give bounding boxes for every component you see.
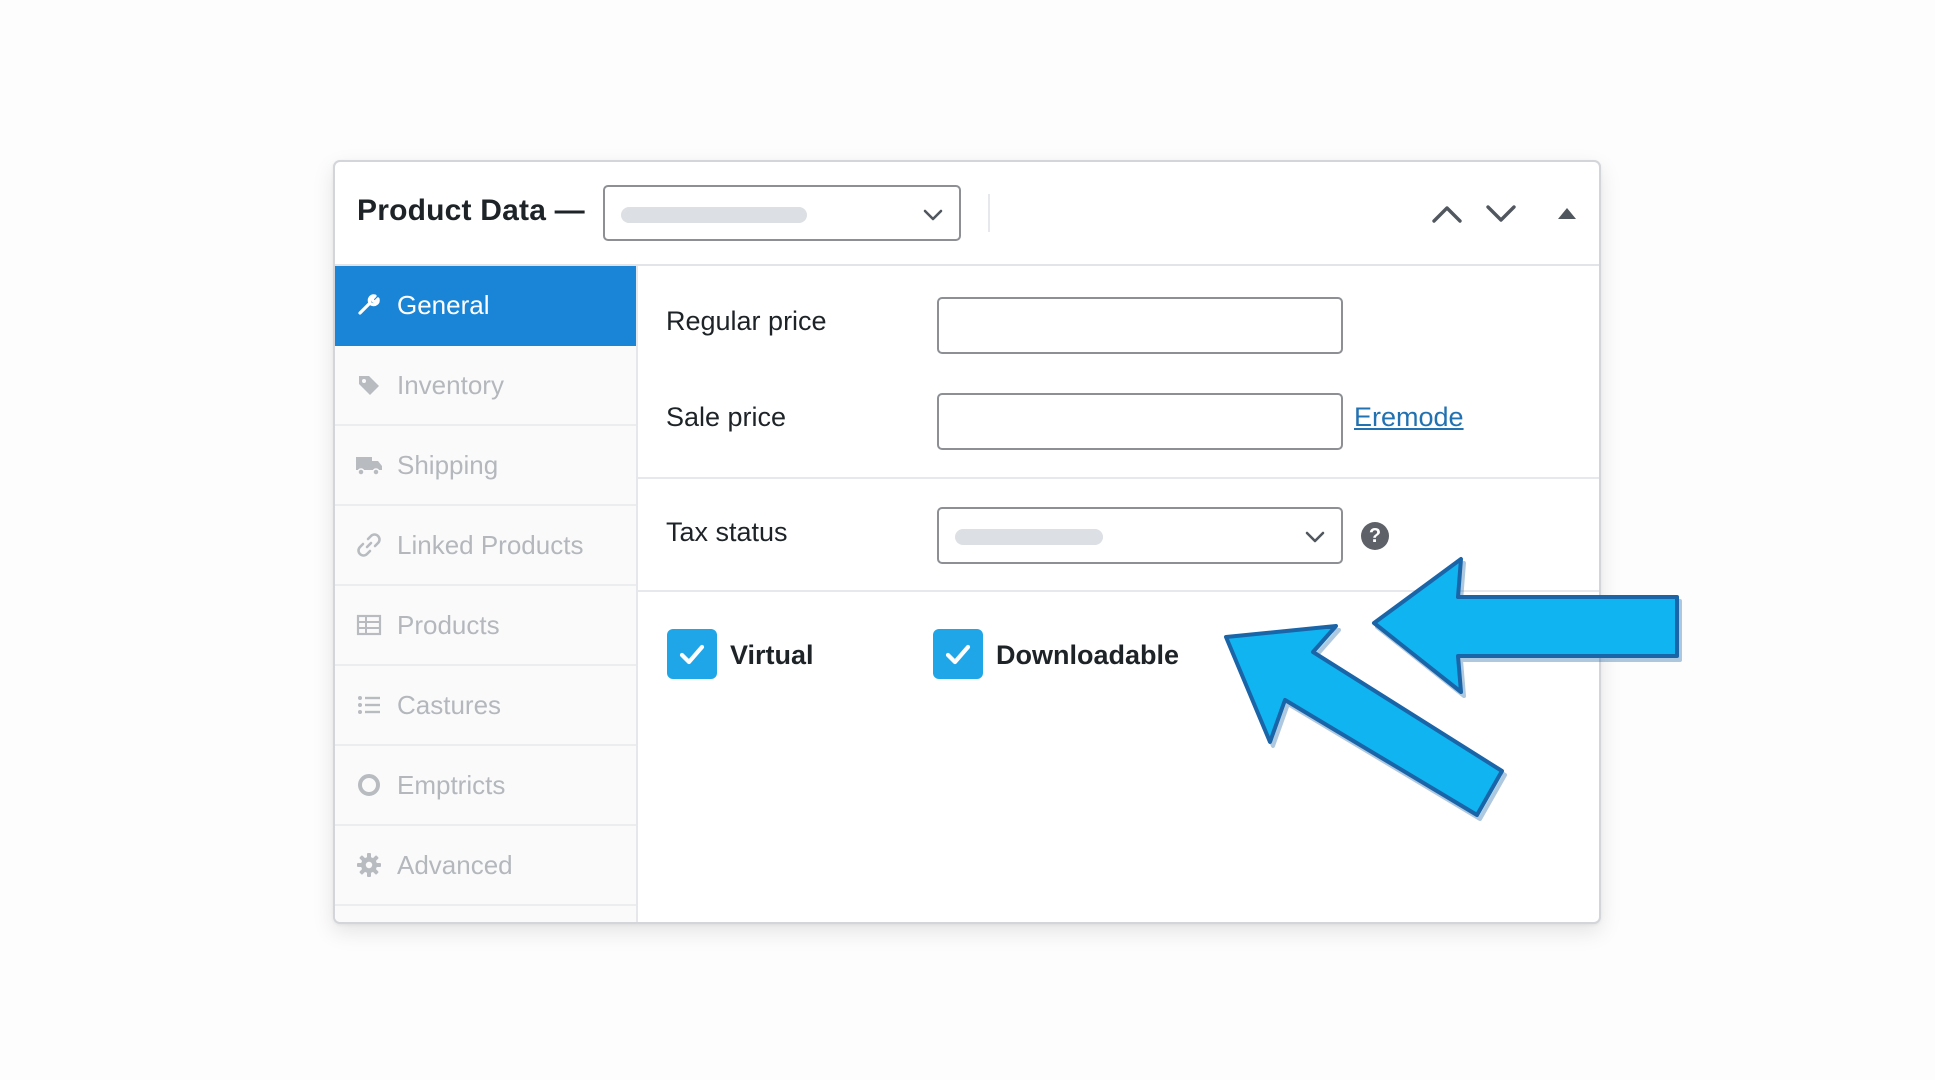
table-icon — [355, 611, 383, 639]
virtual-checkbox[interactable] — [667, 629, 717, 679]
chevron-down-icon — [923, 209, 943, 221]
truck-icon — [355, 451, 383, 479]
virtual-label: Virtual — [730, 640, 814, 670]
sale-price-link[interactable]: Eremode — [1354, 402, 1464, 433]
header-divider — [988, 194, 990, 232]
tab-products[interactable]: Products — [335, 586, 636, 666]
tab-advanced[interactable]: Advanced — [335, 826, 636, 906]
tab-inventory[interactable]: Inventory — [335, 346, 636, 426]
sale-price-label: Sale price — [666, 402, 787, 432]
move-up-button[interactable] — [1429, 196, 1465, 232]
tab-label: Products — [397, 609, 500, 640]
tab-emptricts[interactable]: Emptricts — [335, 746, 636, 826]
sale-price-input[interactable] — [937, 393, 1343, 450]
tax-status-label: Tax status — [666, 517, 788, 547]
tab-shipping[interactable]: Shipping — [335, 426, 636, 506]
downloadable-checkbox[interactable] — [933, 629, 983, 679]
tab-label: Inventory — [397, 369, 504, 400]
tab-castures[interactable]: Castures — [335, 666, 636, 746]
tab-label: General — [397, 289, 490, 320]
checkmark-icon — [679, 644, 705, 665]
move-down-button[interactable] — [1483, 196, 1519, 232]
list-icon — [355, 691, 383, 719]
regular-price-label: Regular price — [666, 306, 827, 336]
select-placeholder-bar — [955, 529, 1103, 545]
select-placeholder-bar — [621, 207, 807, 223]
chevron-down-icon — [1305, 531, 1325, 543]
toggle-panel-button[interactable] — [1549, 196, 1585, 232]
panel-title: Product Data — — [357, 194, 585, 227]
tab-label: Advanced — [397, 849, 513, 880]
section-divider — [638, 477, 1599, 479]
general-tab-content: Regular price Sale price Eremode Tax sta… — [638, 266, 1599, 922]
tag-icon — [355, 371, 383, 399]
link-icon — [355, 531, 383, 559]
tab-label: Emptricts — [397, 769, 506, 800]
panel-header: Product Data — — [335, 162, 1599, 266]
tab-label: Shipping — [397, 449, 499, 480]
tab-label: Castures — [397, 689, 502, 720]
help-icon[interactable]: ? — [1361, 522, 1389, 550]
product-data-tabs: General Inventory Shipping Linked Produc… — [335, 266, 638, 922]
section-divider — [638, 590, 1599, 592]
checkmark-icon — [945, 644, 971, 665]
tab-label: Linked Products — [397, 529, 584, 560]
wrench-icon — [355, 291, 383, 319]
product-data-panel: Product Data — General Inventory Shippin… — [333, 160, 1601, 924]
gear-icon — [355, 851, 383, 879]
downloadable-label: Downloadable — [996, 640, 1180, 670]
product-type-select[interactable] — [603, 185, 961, 241]
tax-status-select[interactable] — [937, 507, 1343, 564]
regular-price-input[interactable] — [937, 297, 1343, 354]
tab-general[interactable]: General — [335, 266, 636, 346]
tab-linked-products[interactable]: Linked Products — [335, 506, 636, 586]
circle-icon — [355, 771, 383, 799]
